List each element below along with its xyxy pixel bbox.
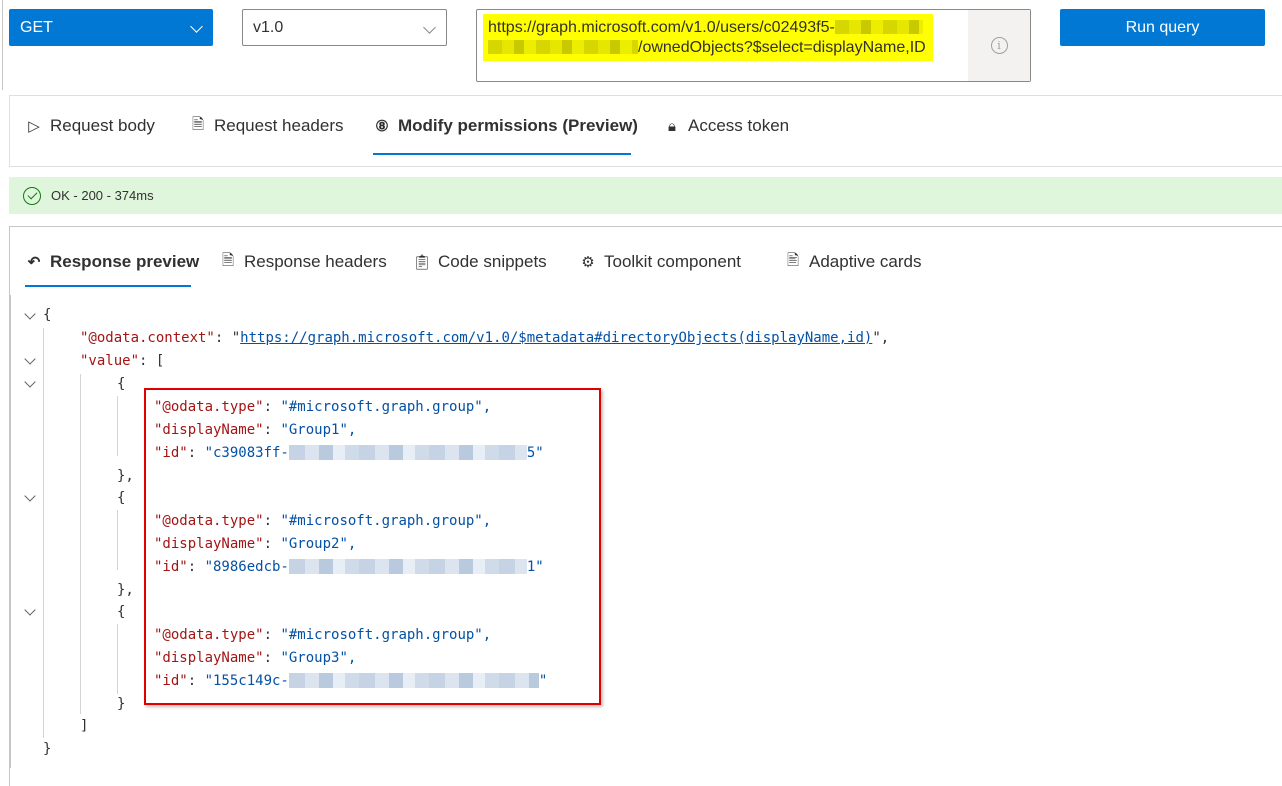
tab-label: Request headers: [214, 116, 344, 135]
permissions-icon: ⑧: [375, 118, 389, 135]
request-tabs-panel: ▷ Request body 🗎 Request headers ⑧ Modif…: [9, 95, 1282, 167]
status-text: OK - 200 - 374ms: [51, 188, 154, 203]
tab-label: Request body: [50, 116, 155, 135]
active-tab-indicator: [25, 285, 191, 287]
chevron-down-icon: [190, 20, 203, 33]
status-bar: OK - 200 - 374ms: [9, 177, 1282, 214]
clipboard-code-icon: 📋︎: [412, 254, 432, 271]
redacted-region: [834, 20, 923, 34]
tab-label: Response headers: [244, 252, 387, 271]
tab-label: Adaptive cards: [809, 252, 922, 271]
tab-adaptive-cards[interactable]: 🖹 Adaptive cards: [783, 237, 921, 287]
api-version-value: v1.0: [253, 18, 284, 36]
tab-label: Access token: [688, 116, 790, 135]
check-circle-icon: [23, 186, 41, 205]
tab-access-token[interactable]: 🔒︎ Access token: [662, 96, 789, 156]
left-rule: [2, 0, 3, 90]
tab-toolkit-component[interactable]: ⚙ Toolkit component: [578, 237, 741, 287]
info-icon[interactable]: i: [990, 37, 1008, 54]
query-url-text[interactable]: https://graph.microsoft.com/v1.0/users/c…: [483, 14, 933, 61]
http-method-dropdown[interactable]: GET: [9, 9, 213, 46]
url-suffix: /ownedObjects?$select=displayName,ID: [638, 39, 926, 56]
http-method-value: GET: [20, 18, 53, 36]
tab-label: Toolkit component: [604, 252, 742, 271]
redacted-region: [488, 40, 638, 54]
document-icon: 🗎: [221, 251, 235, 269]
url-info-area: i: [968, 10, 1030, 81]
api-version-dropdown[interactable]: v1.0: [242, 9, 447, 46]
lock-icon: 🔒︎: [668, 117, 676, 135]
chevron-down-icon: [423, 21, 436, 34]
run-query-button[interactable]: Run query: [1060, 9, 1265, 46]
undo-icon: ↶: [27, 254, 41, 271]
tab-code-snippets[interactable]: 📋︎ Code snippets: [412, 237, 547, 287]
document-icon: 🗎: [191, 115, 205, 133]
tab-response-preview[interactable]: ↶ Response preview: [24, 237, 200, 287]
response-panel: ↶ Response preview 🗎 Response headers 📋︎…: [9, 226, 1282, 786]
active-tab-indicator: [373, 153, 631, 155]
send-icon: ▷: [28, 118, 40, 135]
toolkit-icon: ⚙: [581, 254, 595, 271]
card-icon: 🖹: [786, 251, 800, 269]
tab-modify-permissions[interactable]: ⑧ Modify permissions (Preview): [372, 96, 638, 156]
tab-label: Response preview: [50, 252, 200, 271]
url-prefix: https://graph.microsoft.com/v1.0/users/c…: [488, 19, 835, 36]
query-url-input[interactable]: https://graph.microsoft.com/v1.0/users/c…: [476, 9, 1031, 82]
tab-request-headers[interactable]: 🗎 Request headers: [188, 96, 344, 156]
odata-context-link[interactable]: https://graph.microsoft.com/v1.0/$metada…: [240, 330, 872, 346]
tab-label: Code snippets: [438, 252, 547, 271]
tab-response-headers[interactable]: 🗎 Response headers: [218, 237, 387, 287]
tab-label: Modify permissions (Preview): [398, 116, 638, 135]
tab-request-body[interactable]: ▷ Request body: [24, 96, 155, 156]
